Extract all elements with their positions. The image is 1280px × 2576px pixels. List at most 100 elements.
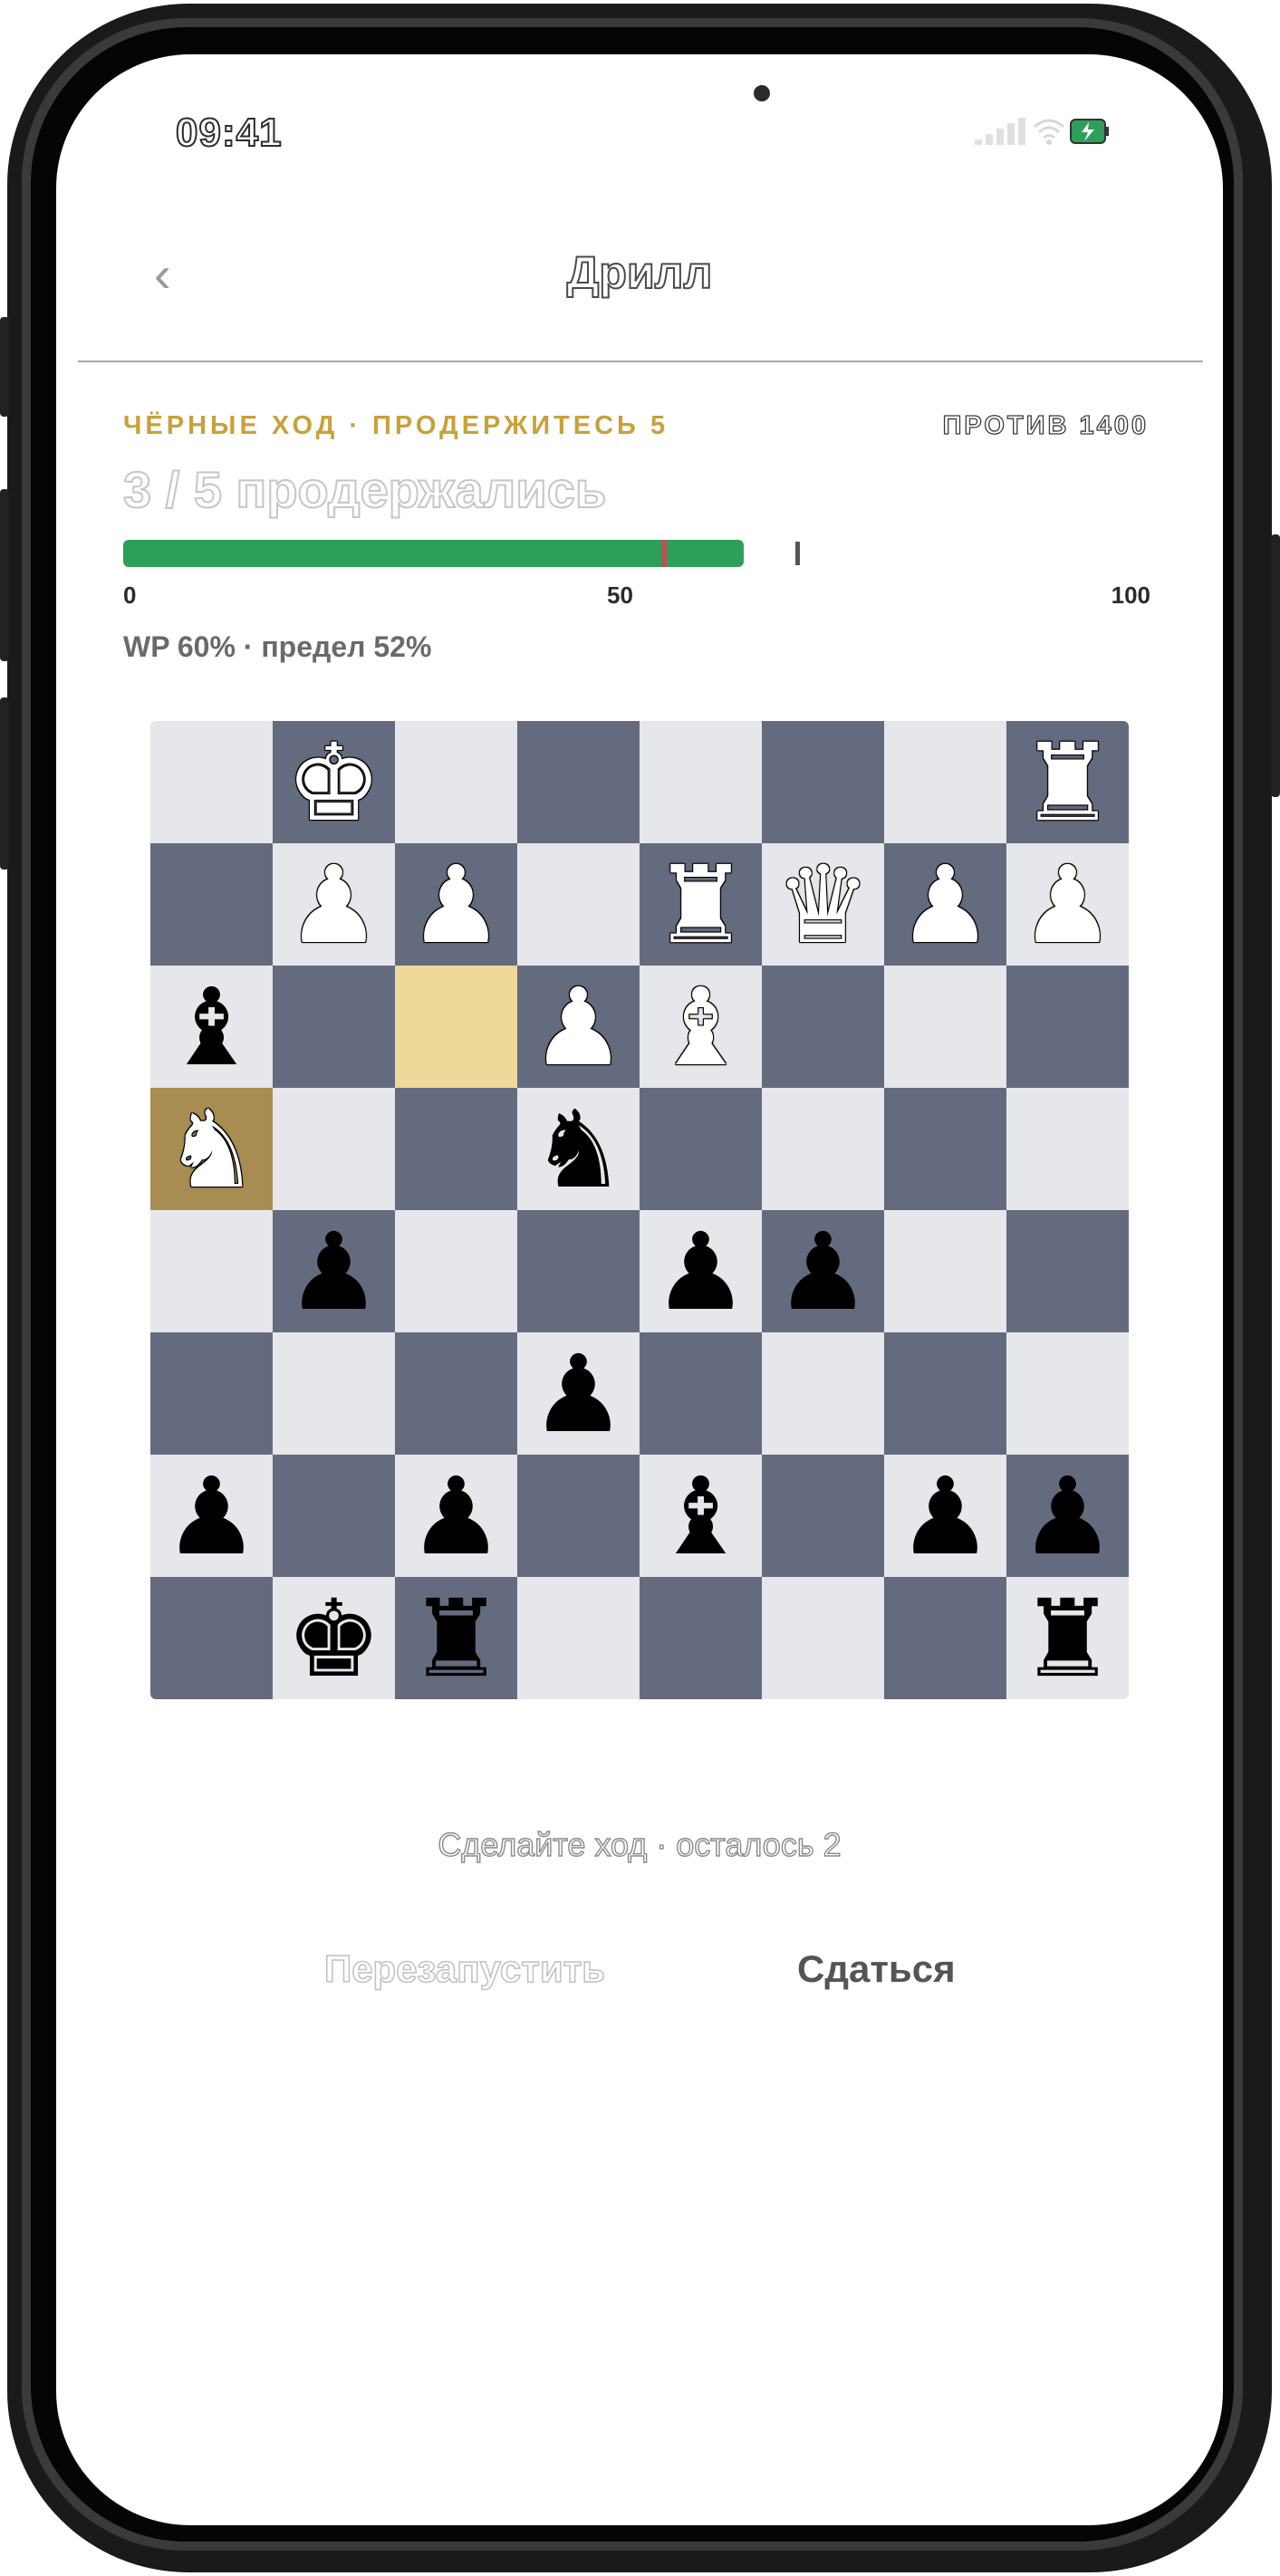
square-d2[interactable] [517, 1455, 640, 1577]
square-d6[interactable]: ♟ [517, 966, 640, 1088]
square-e2[interactable]: ♝ [640, 1455, 762, 1577]
square-f6[interactable] [762, 966, 884, 1088]
square-h4[interactable] [1006, 1210, 1129, 1332]
square-b4[interactable]: ♟ [273, 1210, 395, 1332]
square-c7[interactable]: ♟ [395, 843, 517, 966]
white-pawn-icon[interactable]: ♟ [898, 851, 994, 958]
square-c4[interactable] [395, 1210, 517, 1332]
chess-board[interactable]: ♚ ♜ ♟ ♟ ♜ ♛ ♟ ♟ ♝ ♟ ♝ ♞ ♞ ♟ ♟ ♟ ♟ ♟ ♟ ♝ ♟ ♟ ♚ ♜ ♜ [150, 721, 1129, 1699]
status-time: 09:41 [175, 110, 283, 156]
square-b2[interactable] [273, 1455, 395, 1577]
resign-button[interactable]: Сдаться [797, 1947, 956, 1991]
white-knight-icon[interactable]: ♞ [164, 1096, 260, 1203]
black-pawn-icon[interactable]: ♟ [1020, 1463, 1116, 1570]
white-pawn-icon[interactable]: ♟ [286, 851, 382, 958]
square-e5[interactable] [640, 1088, 762, 1210]
square-f5[interactable] [762, 1088, 884, 1210]
square-g2[interactable]: ♟ [884, 1455, 1006, 1577]
square-e4[interactable]: ♟ [640, 1210, 762, 1332]
black-pawn-icon[interactable]: ♟ [164, 1463, 260, 1570]
square-d3[interactable]: ♟ [517, 1332, 640, 1455]
square-f1[interactable] [762, 1577, 884, 1699]
square-c8[interactable] [395, 721, 517, 843]
square-e6[interactable]: ♝ [640, 966, 762, 1088]
square-h5[interactable] [1006, 1088, 1129, 1210]
square-g8[interactable] [884, 721, 1006, 843]
black-rook-icon[interactable]: ♜ [1020, 1585, 1116, 1692]
black-pawn-icon[interactable]: ♟ [653, 1218, 749, 1325]
square-h1[interactable]: ♜ [1006, 1577, 1129, 1699]
square-h6[interactable] [1006, 966, 1129, 1088]
white-pawn-icon[interactable]: ♟ [409, 851, 505, 958]
square-a8[interactable] [150, 721, 273, 843]
black-king-icon[interactable]: ♚ [286, 1585, 382, 1692]
square-c6[interactable] [395, 966, 517, 1088]
square-b1[interactable]: ♚ [273, 1577, 395, 1699]
square-a5[interactable]: ♞ [150, 1088, 273, 1210]
white-king-icon[interactable]: ♚ [286, 729, 382, 836]
square-h8[interactable]: ♜ [1006, 721, 1129, 843]
square-a4[interactable] [150, 1210, 273, 1332]
signal-icon [975, 118, 1025, 145]
square-h3[interactable] [1006, 1332, 1129, 1455]
square-c2[interactable]: ♟ [395, 1455, 517, 1577]
black-bishop-icon[interactable]: ♝ [164, 974, 260, 1081]
square-g6[interactable] [884, 966, 1006, 1088]
white-pawn-icon[interactable]: ♟ [1020, 851, 1116, 958]
drill-eyebrow: ЧЁРНЫЕ ХОД · ПРОДЕРЖИТЕСЬ 5 [123, 411, 669, 440]
square-g3[interactable] [884, 1332, 1006, 1455]
square-f3[interactable] [762, 1332, 884, 1455]
square-c5[interactable] [395, 1088, 517, 1210]
square-a7[interactable] [150, 843, 273, 966]
black-pawn-icon[interactable]: ♟ [531, 1341, 627, 1447]
square-a2[interactable]: ♟ [150, 1455, 273, 1577]
volume-button [0, 317, 9, 417]
black-rook-icon[interactable]: ♜ [409, 1585, 505, 1692]
square-g5[interactable] [884, 1088, 1006, 1210]
square-d4[interactable] [517, 1210, 640, 1332]
square-b6[interactable] [273, 966, 395, 1088]
black-pawn-icon[interactable]: ♟ [409, 1463, 505, 1570]
square-f7[interactable]: ♛ [762, 843, 884, 966]
square-f4[interactable]: ♟ [762, 1210, 884, 1332]
square-d7[interactable] [517, 843, 640, 966]
restart-button[interactable]: Перезапустить [323, 1946, 606, 1991]
square-g7[interactable]: ♟ [884, 843, 1006, 966]
square-b7[interactable]: ♟ [273, 843, 395, 966]
square-a6[interactable]: ♝ [150, 966, 273, 1088]
square-a1[interactable] [150, 1577, 273, 1699]
square-e7[interactable]: ♜ [640, 843, 762, 966]
battery-icon [1070, 119, 1109, 144]
white-queen-icon[interactable]: ♛ [775, 851, 871, 958]
square-f2[interactable] [762, 1455, 884, 1577]
black-bishop-icon[interactable]: ♝ [653, 1463, 749, 1570]
square-c1[interactable]: ♜ [395, 1577, 517, 1699]
volume-up-button [0, 489, 9, 661]
square-a3[interactable] [150, 1332, 273, 1455]
black-pawn-icon[interactable]: ♟ [775, 1218, 871, 1325]
square-b3[interactable] [273, 1332, 395, 1455]
white-rook-icon[interactable]: ♜ [653, 851, 749, 958]
scale-mid: 50 [607, 582, 633, 609]
black-pawn-icon[interactable]: ♟ [898, 1463, 994, 1570]
square-b8[interactable]: ♚ [273, 721, 395, 843]
square-d1[interactable] [517, 1577, 640, 1699]
white-pawn-icon[interactable]: ♟ [531, 974, 627, 1081]
square-e8[interactable] [640, 721, 762, 843]
square-h2[interactable]: ♟ [1006, 1455, 1129, 1577]
square-e1[interactable] [640, 1577, 762, 1699]
square-d5[interactable]: ♞ [517, 1088, 640, 1210]
square-f8[interactable] [762, 721, 884, 843]
square-e3[interactable] [640, 1332, 762, 1455]
square-c3[interactable] [395, 1332, 517, 1455]
black-pawn-icon[interactable]: ♟ [286, 1218, 382, 1325]
square-d8[interactable] [517, 721, 640, 843]
square-g4[interactable] [884, 1210, 1006, 1332]
square-g1[interactable] [884, 1577, 1006, 1699]
square-b5[interactable] [273, 1088, 395, 1210]
white-rook-icon[interactable]: ♜ [1020, 729, 1116, 836]
black-knight-icon[interactable]: ♞ [531, 1096, 627, 1203]
square-h7[interactable]: ♟ [1006, 843, 1129, 966]
white-bishop-icon[interactable]: ♝ [653, 974, 749, 1081]
wp-threshold-marker [660, 540, 667, 567]
